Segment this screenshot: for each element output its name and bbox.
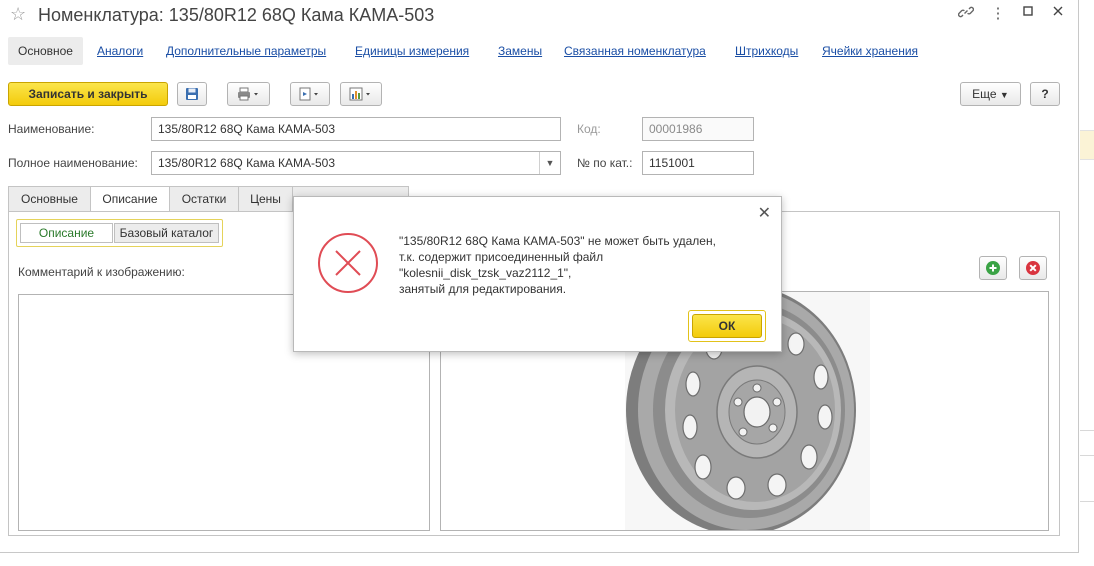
tab-osnovnye[interactable]: Основные — [8, 186, 91, 212]
cat-no-label: № по кат.: — [577, 156, 633, 170]
restore-icon-svg — [1023, 6, 1033, 16]
comment-label: Комментарий к изображению: — [18, 265, 185, 279]
nav-tab-dop-parametry[interactable]: Дополнительные параметры — [166, 37, 326, 65]
full-name-label: Полное наименование: — [8, 156, 138, 170]
dialog-message-line: занятый для редактирования. — [399, 282, 567, 296]
print-menu-button[interactable] — [227, 82, 270, 106]
background-highlight-row — [1080, 130, 1094, 160]
name-input[interactable]: 135/80R12 68Q Кама КАМА-503 — [151, 117, 561, 141]
nav-tab-analogi[interactable]: Аналоги — [97, 37, 143, 65]
report-chart-icon — [349, 87, 370, 101]
tab-opisanie[interactable]: Описание — [90, 186, 170, 213]
window-title: Номенклатура: 135/80R12 68Q Кама КАМА-50… — [38, 5, 435, 25]
nav-tab-shtrihkody[interactable]: Штрихкоды — [735, 37, 798, 65]
more-actions-button[interactable]: Еще ▼ — [960, 82, 1021, 106]
delete-circle-icon — [1026, 261, 1040, 275]
background-divider — [1080, 430, 1094, 431]
floppy-icon — [186, 88, 198, 100]
code-input[interactable]: 00001986 — [642, 117, 754, 141]
add-image-button[interactable] — [979, 256, 1007, 280]
more-actions-label: Еще — [972, 87, 997, 101]
nav-tab-svyazannaya[interactable]: Связанная номенклатура — [564, 37, 706, 65]
code-label: Код: — [577, 122, 601, 136]
full-name-dropdown-icon[interactable]: ▼ — [539, 152, 560, 174]
dropdown-arrow-icon: ▼ — [999, 90, 1009, 100]
dialog-message-line: т.к. содержит присоединенный файл — [399, 250, 604, 264]
nav-tab-osnovnoe[interactable]: Основное — [8, 37, 83, 65]
error-icon — [318, 233, 378, 293]
dialog-message-line: "135/80R12 68Q Кама КАМА-503" не может б… — [399, 234, 716, 248]
link-icon-svg — [957, 6, 975, 18]
subtab-opisanie[interactable]: Описание — [20, 223, 113, 243]
reports-menu-button[interactable] — [340, 82, 382, 106]
tab-ceny[interactable]: Цены — [238, 186, 293, 212]
link-icon[interactable] — [956, 4, 976, 24]
title-bar: ☆ Номенклатура: 135/80R12 68Q Кама КАМА-… — [0, 0, 1078, 32]
full-name-input[interactable]: 135/80R12 68Q Кама КАМА-503 ▼ — [151, 151, 561, 175]
cat-no-input[interactable]: 1151001 — [642, 151, 754, 175]
nav-tab-yacheiki[interactable]: Ячейки хранения — [822, 37, 918, 65]
favorite-star-icon[interactable]: ☆ — [10, 4, 26, 25]
dialog-message: "135/80R12 68Q Кама КАМА-503" не может б… — [399, 233, 769, 297]
save-and-close-button[interactable]: Записать и закрыть — [8, 82, 168, 106]
error-dialog: ✕ "135/80R12 68Q Кама КАМА-503" не может… — [293, 196, 782, 352]
tab-ostatki[interactable]: Остатки — [169, 186, 239, 212]
restore-icon[interactable] — [1018, 4, 1038, 21]
ok-button-focus-ring: ОК — [688, 310, 766, 342]
save-button[interactable] — [177, 82, 207, 106]
full-name-value: 135/80R12 68Q Кама КАМА-503 — [158, 156, 335, 170]
nav-tab-zameny[interactable]: Замены — [498, 37, 542, 65]
more-icon[interactable]: ⋮ — [988, 4, 1008, 22]
nav-tab-edinicy[interactable]: Единицы измерения — [355, 37, 469, 65]
dialog-close-icon[interactable]: ✕ — [758, 203, 771, 223]
close-icon-svg — [1053, 6, 1063, 16]
help-button[interactable]: ? — [1030, 82, 1060, 106]
ok-button[interactable]: ОК — [692, 314, 762, 338]
printer-icon — [237, 87, 258, 101]
delete-image-button[interactable] — [1019, 256, 1047, 280]
background-row — [1080, 455, 1094, 502]
name-label: Наименование: — [8, 122, 95, 136]
create-based-on-button[interactable] — [290, 82, 330, 106]
close-icon[interactable] — [1048, 4, 1068, 21]
sub-tabs: Описание Базовый каталог — [16, 219, 223, 247]
subtab-bazovyi-katalog[interactable]: Базовый каталог — [114, 223, 219, 243]
document-arrow-icon — [299, 87, 318, 101]
dialog-message-line: "kolesnii_disk_tzsk_vaz2112_1", — [399, 266, 572, 280]
plus-circle-icon — [986, 261, 1000, 275]
background-window-edge — [1080, 0, 1094, 566]
